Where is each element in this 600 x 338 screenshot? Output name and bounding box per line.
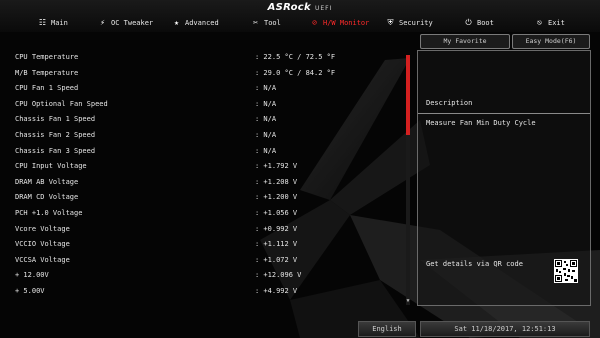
- tool-icon: ✂: [253, 18, 258, 27]
- description-panel: Description Measure Fan Min Duty Cycle G…: [417, 50, 591, 306]
- monitor-row[interactable]: Chassis Fan 1 Speed: N/A: [15, 112, 405, 128]
- tab-hw-monitor[interactable]: ⊘ H/W Monitor: [310, 15, 369, 31]
- qr-code-icon: [554, 259, 578, 283]
- tab-oc-tweaker[interactable]: ⚡ OC Tweaker: [98, 15, 153, 31]
- monitor-row[interactable]: CPU Input Voltage: +1.792 V: [15, 159, 405, 175]
- tab-boot[interactable]: ⏻ Boot: [464, 15, 494, 31]
- monitor-row[interactable]: Chassis Fan 2 Speed: N/A: [15, 128, 405, 144]
- monitor-row[interactable]: CPU Temperature: 22.5 °C / 72.5 °F: [15, 50, 405, 66]
- easy-mode-button[interactable]: Easy Mode(F6): [512, 34, 590, 49]
- main-tabs: ☷ Main ⚡ OC Tweaker ★ Advanced ✂ Tool ⊘ H/W M…: [0, 15, 600, 31]
- asrock-logo: ASRock UEFI: [267, 2, 333, 13]
- rocket-icon: ⚡: [100, 18, 105, 27]
- my-favorite-button[interactable]: My Favorite: [420, 34, 510, 49]
- monitor-row[interactable]: Vcore Voltage: +0.992 V: [15, 222, 405, 238]
- monitor-row[interactable]: Chassis Fan 3 Speed: N/A: [15, 144, 405, 160]
- monitor-row[interactable]: + 12.00V: +12.096 V: [15, 268, 405, 284]
- tab-tool[interactable]: ✂ Tool: [251, 15, 281, 31]
- qr-code-label: Get details via QR code: [426, 260, 523, 268]
- shield-icon: ⛨: [387, 18, 394, 27]
- description-divider: [418, 113, 590, 114]
- monitor-row[interactable]: + 5.00V: +4.992 V: [15, 284, 405, 300]
- star-icon: ★: [174, 18, 179, 27]
- monitor-row[interactable]: VCCIO Voltage: +1.112 V: [15, 237, 405, 253]
- date-time-display: Sat 11/18/2017, 12:51:13: [420, 321, 590, 337]
- tab-security[interactable]: ⛨ Security: [386, 15, 433, 31]
- language-button[interactable]: English: [358, 321, 416, 337]
- description-text: Measure Fan Min Duty Cycle: [426, 119, 536, 127]
- top-bar: ASRock UEFI ☷ Main ⚡ OC Tweaker ★ Advanced ✂…: [0, 0, 600, 32]
- exit-icon: ⎋: [537, 18, 542, 27]
- monitor-row[interactable]: CPU Fan 1 Speed: N/A: [15, 81, 405, 97]
- power-icon: ⏻: [465, 18, 472, 27]
- scrollbar-thumb[interactable]: [406, 55, 410, 135]
- monitor-row[interactable]: DRAM CD Voltage: +1.200 V: [15, 190, 405, 206]
- monitor-row[interactable]: DRAM AB Voltage: +1.208 V: [15, 175, 405, 191]
- grid-icon: ☷: [38, 18, 47, 27]
- footer-bar: English Sat 11/18/2017, 12:51:13: [0, 320, 600, 338]
- description-title: Description: [426, 99, 473, 107]
- tab-exit[interactable]: ⎋ Exit: [535, 15, 565, 31]
- monitor-row[interactable]: M/B Temperature: 29.0 °C / 84.2 °F: [15, 66, 405, 82]
- monitor-icon: ⊘: [312, 18, 317, 27]
- monitor-row[interactable]: PCH +1.0 Voltage: +1.056 V: [15, 206, 405, 222]
- monitor-row[interactable]: CPU Optional Fan Speed: N/A: [15, 97, 405, 113]
- tab-advanced[interactable]: ★ Advanced: [172, 15, 219, 31]
- tab-main[interactable]: ☷ Main: [38, 15, 68, 31]
- scroll-down-arrow-icon[interactable]: ▼: [405, 298, 411, 304]
- monitor-row[interactable]: VCCSA Voltage: +1.072 V: [15, 253, 405, 269]
